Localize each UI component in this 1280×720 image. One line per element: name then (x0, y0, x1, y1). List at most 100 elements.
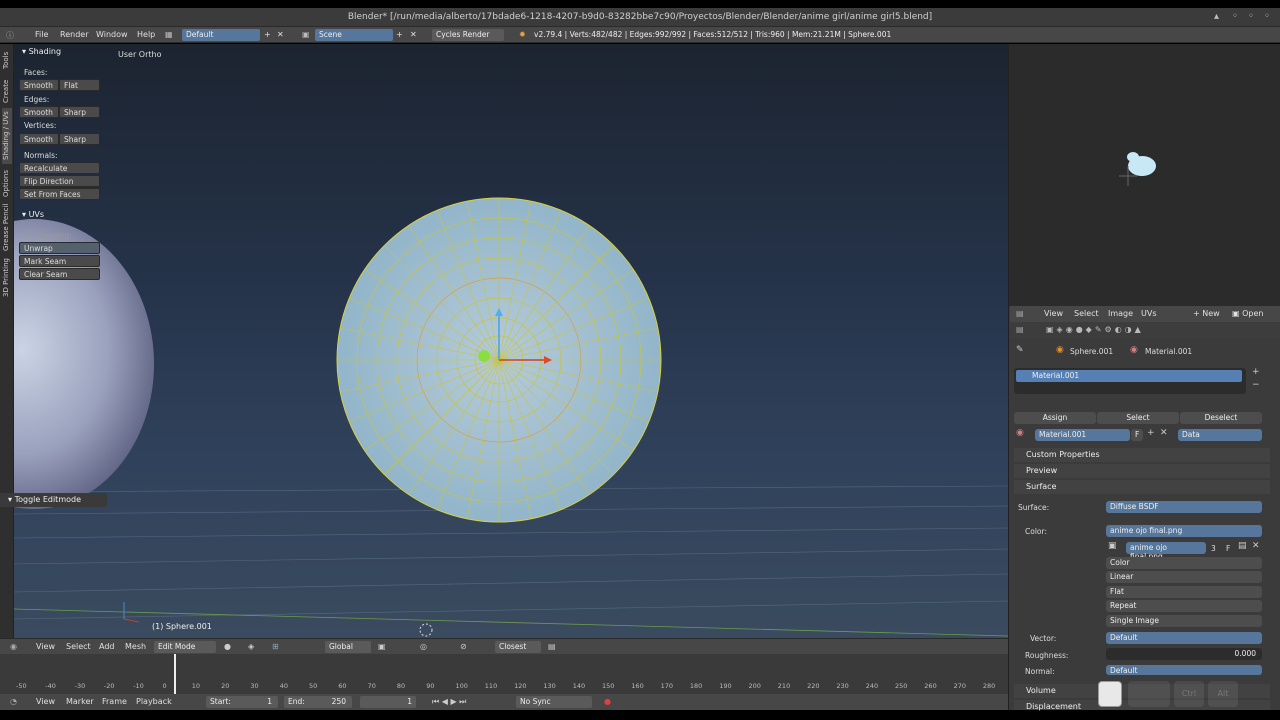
vector-selector[interactable]: Default (1106, 632, 1262, 644)
image-menu-uvs[interactable]: UVs (1141, 309, 1157, 318)
current-frame-field[interactable]: 1 (360, 696, 416, 708)
tab-shading-uvs[interactable]: Shading / UVs (2, 108, 12, 164)
snap-target-selector[interactable]: Closest (495, 641, 541, 653)
end-frame-field[interactable]: End: 250 (284, 696, 352, 708)
render-engine-selector[interactable]: Cycles Render (432, 29, 504, 41)
timeline-menu-frame[interactable]: Frame (102, 697, 127, 706)
pin-icon[interactable]: ✎ (1016, 345, 1024, 355)
edges-smooth-button[interactable]: Smooth (19, 106, 59, 118)
tab-create[interactable]: Create (2, 76, 12, 106)
timeline-menu-playback[interactable]: Playback (136, 697, 172, 706)
menu-view[interactable]: View (36, 642, 55, 651)
normal-selector[interactable]: Default (1106, 665, 1262, 675)
menu-select[interactable]: Select (66, 642, 91, 651)
layout-selector[interactable]: Default (182, 29, 260, 41)
proportional-edit-icon[interactable]: ◎ (420, 642, 427, 651)
layout-grid-icon[interactable]: ▦ (165, 30, 173, 39)
scene-selector[interactable]: Scene (315, 29, 393, 41)
image-menu-image[interactable]: Image (1108, 309, 1133, 318)
menu-icon[interactable]: ▴ (1214, 11, 1219, 22)
timeline[interactable]: -50 -40 -30 -20 -10 0 10 20 30 40 50 60 70 80 90 100 110… (0, 654, 1008, 694)
start-frame-field[interactable]: Start: 1 (206, 696, 278, 708)
snap-icon[interactable]: ⊘ (460, 642, 467, 651)
interpolation-selector[interactable]: Linear (1106, 571, 1262, 583)
source-selector[interactable]: Single Image (1106, 615, 1262, 627)
color-space-selector[interactable]: Color (1106, 557, 1262, 569)
record-icon[interactable]: ● (604, 697, 611, 706)
projection-selector[interactable]: Flat (1106, 586, 1262, 598)
faces-smooth-button[interactable]: Smooth (19, 79, 59, 91)
flip-direction-button[interactable]: Flip Direction (19, 175, 100, 187)
custom-properties-section[interactable]: Custom Properties (1014, 448, 1270, 462)
deselect-button[interactable]: Deselect (1180, 412, 1262, 424)
3d-cursor-icon[interactable] (419, 623, 433, 637)
sync-selector[interactable]: No Sync (516, 696, 592, 708)
menu-file[interactable]: File (35, 30, 48, 39)
menu-render[interactable]: Render (60, 30, 88, 39)
set-from-faces-button[interactable]: Set From Faces (19, 188, 100, 200)
mode-selector[interactable]: Edit Mode (154, 641, 216, 653)
add-slot-icon[interactable]: + (1252, 367, 1260, 377)
editor-type-icon[interactable]: ◉ (10, 642, 17, 651)
timeline-editor-icon[interactable]: ◔ (10, 697, 17, 706)
info-editor-icon[interactable]: ⓘ (6, 30, 14, 41)
preview-section[interactable]: Preview (1014, 464, 1270, 478)
image-menu-view[interactable]: View (1044, 309, 1063, 318)
menu-mesh[interactable]: Mesh (125, 642, 146, 651)
tab-3d-printing[interactable]: 3D Printing (2, 256, 12, 300)
orientation-selector[interactable]: Global (325, 641, 371, 653)
timeline-menu-view[interactable]: View (36, 697, 55, 706)
roughness-slider[interactable]: 0.000 (1106, 648, 1262, 660)
vertices-sharp-button[interactable]: Sharp (59, 133, 100, 145)
menu-window[interactable]: Window (96, 30, 128, 39)
surface-shader-selector[interactable]: Diffuse BSDF (1106, 501, 1262, 513)
recalculate-button[interactable]: Recalculate (19, 162, 100, 174)
manipulator-icon[interactable]: ⊞ (272, 642, 279, 651)
tab-tools[interactable]: Tools (2, 48, 12, 72)
material-slot-list[interactable]: Material.001 (1014, 368, 1246, 394)
tab-grease-pencil[interactable]: Grease Pencil (2, 202, 12, 252)
image-fake-user[interactable]: F (1226, 544, 1230, 553)
viewport-shading-icon[interactable]: ● (224, 642, 231, 651)
uv-image-editor[interactable] (1009, 44, 1280, 306)
image-menu-select[interactable]: Select (1074, 309, 1099, 318)
material-name-field[interactable]: Material.001 (1035, 429, 1130, 441)
select-mode-icon[interactable]: ▣ (378, 642, 386, 651)
extension-selector[interactable]: Repeat (1106, 600, 1262, 612)
remove-slot-icon[interactable]: − (1252, 380, 1260, 390)
minimize-icon[interactable]: ◦ (1232, 11, 1238, 22)
properties-context-icons[interactable]: ▣◈◉●◆✎⚙◐◑▲ (1046, 325, 1144, 334)
clear-seam-button[interactable]: Clear Seam (19, 268, 100, 280)
menu-help[interactable]: Help (137, 30, 155, 39)
image-browse-icon[interactable]: ▣ (1108, 541, 1117, 551)
material-browse-icon[interactable]: ◉ (1016, 428, 1024, 438)
timeline-menu-marker[interactable]: Marker (66, 697, 94, 706)
mark-seam-button[interactable]: Mark Seam (19, 255, 100, 267)
new-image-button[interactable]: + New (1193, 309, 1220, 318)
pivot-icon[interactable]: ◈ (248, 642, 254, 651)
unlink-material-icon[interactable]: ✕ (1160, 428, 1168, 438)
unlink-image-icon[interactable]: ✕ (1252, 541, 1260, 551)
properties-editor-icon[interactable]: ▤ (1016, 325, 1024, 334)
add-layout-icon[interactable]: + (264, 30, 271, 39)
maximize-icon[interactable]: ◦ (1248, 11, 1254, 22)
link-selector[interactable]: Data (1178, 429, 1262, 441)
faces-flat-button[interactable]: Flat (59, 79, 100, 91)
surface-section[interactable]: Surface (1014, 480, 1270, 494)
3d-viewport[interactable]: User Ortho (1) Sphere.001 (14, 44, 1008, 638)
menu-add[interactable]: Add (99, 642, 115, 651)
remove-scene-icon[interactable]: ✕ (410, 30, 417, 39)
unwrap-menu[interactable]: Unwrap (19, 242, 100, 254)
close-icon[interactable]: ◦ (1264, 11, 1270, 22)
render-icon[interactable]: ▤ (548, 642, 556, 651)
select-button[interactable]: Select (1097, 412, 1179, 424)
uvs-panel-header[interactable]: ▾ UVs (22, 210, 44, 219)
image-editor-type-icon[interactable]: ▤ (1016, 309, 1024, 318)
shading-panel-header[interactable]: ▾ Shading (22, 47, 61, 56)
material-slot-item[interactable]: Material.001 (1016, 370, 1242, 382)
remove-layout-icon[interactable]: ✕ (277, 30, 284, 39)
tab-options[interactable]: Options (2, 166, 12, 200)
operator-panel[interactable]: ▾ Toggle Editmode (0, 493, 107, 507)
image-name-field[interactable]: anime ojo final.png (1126, 542, 1206, 561)
fake-user-toggle[interactable]: F (1131, 429, 1143, 441)
